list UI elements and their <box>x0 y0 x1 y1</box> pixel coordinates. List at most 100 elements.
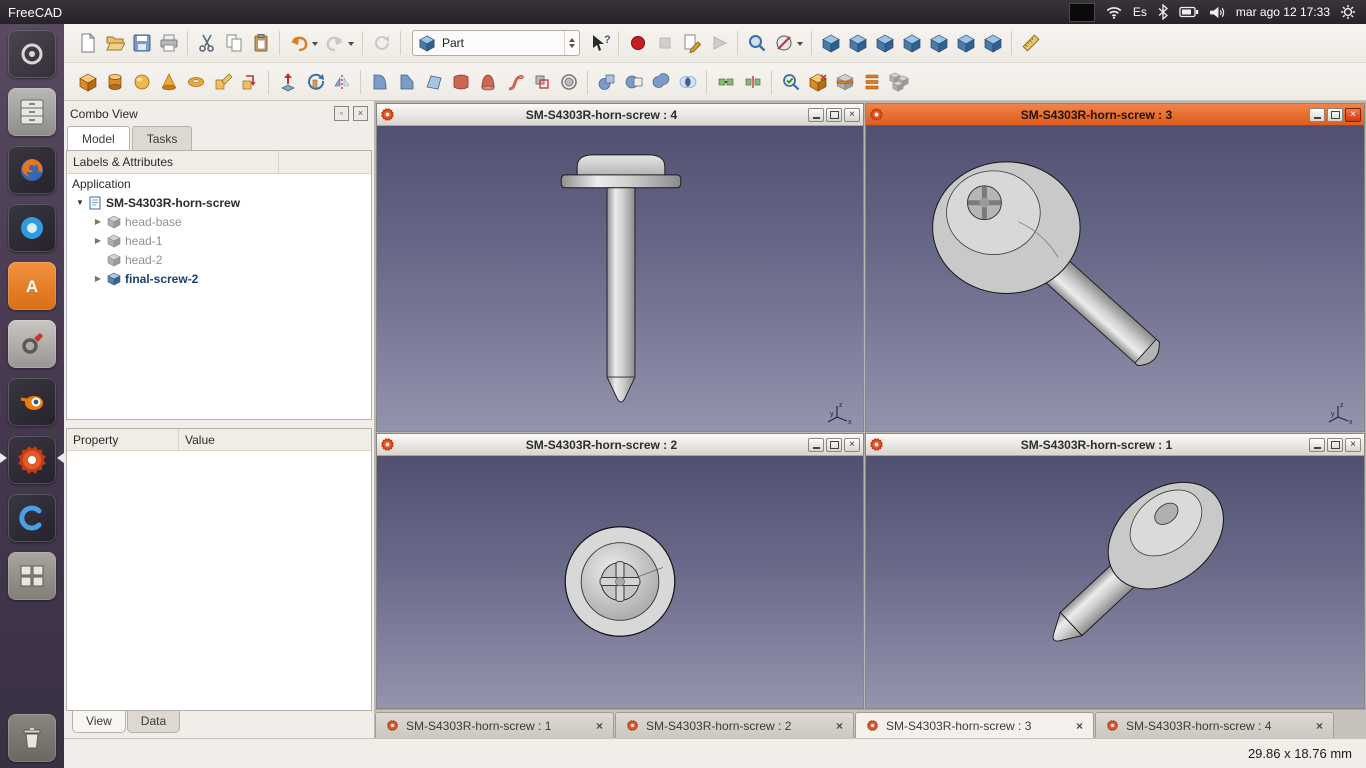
open-document-button[interactable] <box>101 30 128 57</box>
window-tab-4[interactable]: SM-S4303R-horn-screw : 4 × <box>1095 712 1334 738</box>
minimize-button[interactable] <box>1309 108 1325 122</box>
print-button[interactable] <box>155 30 182 57</box>
dash-home-icon[interactable] <box>8 30 56 78</box>
part-cone-button[interactable] <box>155 68 182 95</box>
3d-viewport-top-angled[interactable]: z y x <box>866 126 1364 431</box>
panel-float-button[interactable]: ▫ <box>334 106 349 121</box>
firefox-icon[interactable] <box>8 146 56 194</box>
part-check-geometry-button[interactable] <box>777 68 804 95</box>
copy-button[interactable] <box>220 30 247 57</box>
draw-style-caret[interactable] <box>797 42 803 49</box>
3d-viewport-front[interactable]: z y x <box>377 126 863 431</box>
system-settings-icon[interactable] <box>8 320 56 368</box>
files-icon[interactable] <box>8 88 56 136</box>
part-sphere-button[interactable] <box>128 68 155 95</box>
session-menu-icon[interactable] <box>1340 4 1356 20</box>
keyboard-layout-indicator[interactable]: Es <box>1133 5 1147 19</box>
tree-item-label[interactable]: head-base <box>125 215 182 229</box>
part-extrude-button[interactable] <box>274 68 301 95</box>
tree-item[interactable]: ▶ head-1 <box>67 231 371 250</box>
edit-macro-button[interactable] <box>678 30 705 57</box>
part-box-button[interactable] <box>74 68 101 95</box>
maximize-button[interactable] <box>1327 438 1343 452</box>
new-document-button[interactable] <box>74 30 101 57</box>
window-titlebar[interactable]: SM-S4303R-horn-screw : 2 × <box>377 434 863 456</box>
trash-icon[interactable] <box>8 714 56 762</box>
close-icon[interactable]: × <box>836 719 843 733</box>
window-tab-2[interactable]: SM-S4303R-horn-screw : 2 × <box>615 712 854 738</box>
tree-item-label[interactable]: head-2 <box>125 253 162 267</box>
volume-icon[interactable] <box>1209 5 1226 20</box>
part-split-features-button[interactable] <box>739 68 766 95</box>
maximize-button[interactable] <box>826 438 842 452</box>
minimize-button[interactable] <box>1309 438 1325 452</box>
cut-button[interactable] <box>193 30 220 57</box>
window-titlebar[interactable]: SM-S4303R-horn-screw : 1 × <box>866 434 1364 456</box>
window-tab-3[interactable]: SM-S4303R-horn-screw : 3 × <box>855 712 1094 738</box>
part-torus-button[interactable] <box>182 68 209 95</box>
tab-view[interactable]: View <box>72 711 126 733</box>
undo-button[interactable] <box>285 30 312 57</box>
part-union-button[interactable] <box>647 68 674 95</box>
measure-distance-button[interactable] <box>1017 30 1044 57</box>
part-offset-button[interactable] <box>528 68 555 95</box>
tab-model[interactable]: Model <box>67 126 130 150</box>
part-loft-button[interactable] <box>474 68 501 95</box>
part-sweep-button[interactable] <box>501 68 528 95</box>
ubuntu-software-icon[interactable]: A <box>8 262 56 310</box>
close-icon[interactable]: × <box>1316 719 1323 733</box>
part-revolve-button[interactable] <box>301 68 328 95</box>
expander-icon[interactable]: ▶ <box>93 217 103 226</box>
tree-item-label[interactable]: final-screw-2 <box>125 272 198 286</box>
part-compound-button[interactable] <box>885 68 912 95</box>
minimize-button[interactable] <box>808 108 824 122</box>
3d-viewport-top[interactable] <box>377 456 863 708</box>
bottom-view-button[interactable] <box>952 30 979 57</box>
part-shape-builder-button[interactable] <box>236 68 263 95</box>
part-boolean-button[interactable] <box>593 68 620 95</box>
window-titlebar[interactable]: SM-S4303R-horn-screw : 3 × <box>866 104 1364 126</box>
expander-open-icon[interactable]: ▼ <box>75 198 85 207</box>
tree-item-label[interactable]: head-1 <box>125 234 162 248</box>
part-fillet-button[interactable] <box>366 68 393 95</box>
expander-icon[interactable]: ▶ <box>93 274 103 283</box>
freecad-icon[interactable] <box>8 436 56 484</box>
blender-icon[interactable] <box>8 378 56 426</box>
part-chamfer-button[interactable] <box>393 68 420 95</box>
draw-style-button[interactable] <box>770 30 797 57</box>
maximize-button[interactable] <box>826 108 842 122</box>
workbench-selector[interactable]: Part <box>412 30 580 56</box>
part-primitives-button[interactable] <box>209 68 236 95</box>
part-section-button[interactable] <box>831 68 858 95</box>
part-defeaturing-button[interactable] <box>804 68 831 95</box>
part-ruled-surface-button[interactable] <box>447 68 474 95</box>
close-icon[interactable]: × <box>596 719 603 733</box>
tree-item-selected[interactable]: ▶ final-screw-2 <box>67 269 371 288</box>
part-make-face-button[interactable] <box>420 68 447 95</box>
3d-viewport-isometric[interactable] <box>866 456 1364 708</box>
web-browser-icon[interactable] <box>8 204 56 252</box>
battery-icon[interactable] <box>1179 6 1199 18</box>
c-editor-icon[interactable] <box>8 494 56 542</box>
rear-view-button[interactable] <box>925 30 952 57</box>
whats-this-button[interactable]: ? <box>586 30 613 57</box>
workbench-spinner[interactable] <box>564 31 579 55</box>
part-cross-sections-button[interactable] <box>858 68 885 95</box>
paste-button[interactable] <box>247 30 274 57</box>
part-join-features-button[interactable] <box>712 68 739 95</box>
tab-tasks[interactable]: Tasks <box>132 126 193 150</box>
part-cut-button[interactable] <box>620 68 647 95</box>
panel-close-button[interactable]: × <box>353 106 368 121</box>
part-intersection-button[interactable] <box>674 68 701 95</box>
right-view-button[interactable] <box>898 30 925 57</box>
window-tab-1[interactable]: SM-S4303R-horn-screw : 1 × <box>375 712 614 738</box>
part-mirror-button[interactable] <box>328 68 355 95</box>
wifi-icon[interactable] <box>1105 3 1123 21</box>
part-thickness-button[interactable] <box>555 68 582 95</box>
expander-icon[interactable]: ▶ <box>93 236 103 245</box>
fit-all-button[interactable] <box>743 30 770 57</box>
axonometric-view-button[interactable] <box>817 30 844 57</box>
minimize-button[interactable] <box>808 438 824 452</box>
left-view-button[interactable] <box>979 30 1006 57</box>
record-macro-button[interactable] <box>624 30 651 57</box>
